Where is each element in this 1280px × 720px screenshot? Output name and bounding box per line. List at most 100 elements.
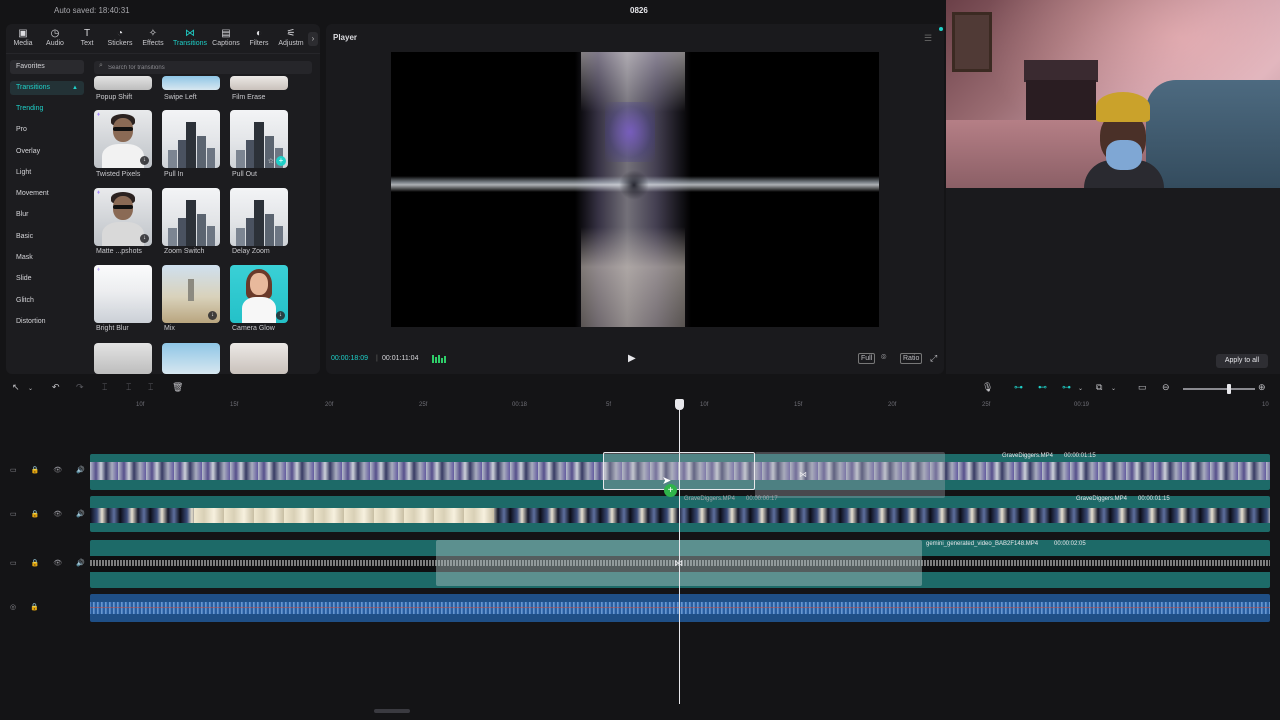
transition-tile[interactable]: ♦: [94, 265, 152, 323]
playhead[interactable]: [679, 404, 680, 704]
ruler-tick: 00:19: [1074, 402, 1090, 408]
category-glitch[interactable]: Glitch: [10, 294, 84, 308]
undo-icon[interactable]: ↶: [52, 382, 60, 393]
snapshot-icon[interactable]: ⌾: [879, 353, 888, 362]
tab-text-label: Text: [80, 40, 94, 47]
main-track-magnet-icon[interactable]: ⊶: [1014, 382, 1023, 393]
chevron-down-icon[interactable]: ⌄: [28, 385, 33, 392]
video-preview[interactable]: [391, 52, 879, 327]
add-plus-icon[interactable]: +: [276, 156, 286, 166]
category-light[interactable]: Light: [10, 166, 84, 180]
clip-duration: 00:00:01:15: [1064, 453, 1096, 459]
apply-to-all-button[interactable]: Apply to all: [1216, 354, 1268, 368]
tab-media[interactable]: ▣ Media: [6, 28, 40, 47]
ruler-tick: 10f: [136, 402, 145, 408]
category-trending[interactable]: Trending: [10, 102, 84, 116]
zoom-in-icon[interactable]: ⊕: [1258, 382, 1266, 393]
transition-tile[interactable]: [162, 76, 220, 90]
auto-snap-icon[interactable]: ⊷: [1038, 382, 1047, 393]
download-icon[interactable]: ↓: [140, 234, 149, 243]
split-left-icon[interactable]: ⌶: [126, 382, 131, 393]
tile-label: Matte ...pshots: [96, 248, 142, 255]
ruler-tick: 10f: [700, 402, 709, 408]
transition-tile[interactable]: [230, 343, 288, 374]
tile-label: Camera Glow: [232, 325, 275, 332]
category-transitions-label: Transitions: [16, 84, 50, 91]
select-tool-icon[interactable]: ↖: [12, 382, 20, 393]
clip-name: GraveDiggers.MP4: [1002, 453, 1054, 459]
zoom-slider-handle[interactable]: [1227, 384, 1231, 394]
current-timecode: 00:00:18:09: [331, 355, 368, 362]
delete-icon[interactable]: 🗑: [172, 382, 183, 393]
transition-tile[interactable]: ☆ +: [230, 110, 288, 168]
play-button[interactable]: ▶: [628, 353, 636, 364]
split-right-icon[interactable]: ⌶: [148, 382, 153, 393]
chevron-up-icon: ▲: [72, 85, 78, 91]
zoom-out-icon[interactable]: ⊖: [1162, 382, 1170, 393]
transition-tile[interactable]: ♦ ↓: [94, 110, 152, 168]
download-icon[interactable]: ↓: [208, 311, 217, 320]
playhead-handle[interactable]: [675, 399, 684, 410]
tab-captions[interactable]: ▤ Captions: [209, 28, 243, 47]
transition-tile[interactable]: [230, 188, 288, 246]
tab-audio-label: Audio: [46, 40, 64, 47]
pro-badge-icon: ♦: [97, 190, 101, 196]
transition-tile[interactable]: ↓: [230, 265, 288, 323]
tab-filters[interactable]: ◐ Filters: [242, 28, 276, 47]
horizontal-scrollbar[interactable]: [374, 709, 410, 713]
tile-label: Bright Blur: [96, 325, 129, 332]
category-distortion[interactable]: Distortion: [10, 315, 84, 329]
tab-stickers[interactable]: ◔ Stickers: [103, 28, 137, 47]
search-box: ⌕: [94, 61, 312, 74]
transition-tile[interactable]: [94, 343, 152, 374]
transition-marker-icon[interactable]: ⋈: [799, 470, 807, 479]
menu-icon[interactable]: ☰: [924, 33, 932, 44]
tabs-more-chevron-icon[interactable]: ›: [308, 32, 318, 46]
chevron-down-icon[interactable]: ⌄: [1078, 385, 1083, 392]
tab-audio[interactable]: ◷ Audio: [38, 28, 72, 47]
category-pro[interactable]: Pro: [10, 123, 84, 137]
time-ruler[interactable]: 10f 15f 20f 25f 00:18 5f 10f 15f 20f 25f…: [90, 400, 1280, 414]
category-blur[interactable]: Blur: [10, 208, 84, 222]
favorite-star-icon[interactable]: ☆: [268, 157, 274, 165]
transition-tile[interactable]: ♦ ↓: [94, 188, 152, 246]
category-basic[interactable]: Basic: [10, 230, 84, 244]
tile-label: Film Erase: [232, 94, 266, 101]
audio-clip[interactable]: [90, 594, 1270, 622]
tab-transitions[interactable]: ⋈ Transitions: [172, 28, 208, 47]
chevron-down-icon[interactable]: ⌄: [1111, 385, 1116, 392]
linkage-icon[interactable]: ⊶: [1062, 382, 1071, 393]
transition-tile[interactable]: [162, 343, 220, 374]
transition-tile[interactable]: [162, 110, 220, 168]
redo-icon[interactable]: ↷: [76, 382, 84, 393]
transition-tile[interactable]: ↓: [162, 265, 220, 323]
search-input[interactable]: [108, 61, 308, 74]
category-mask[interactable]: Mask: [10, 251, 84, 265]
tab-adjustment[interactable]: ⚟ Adjustm: [276, 28, 306, 47]
tab-filters-label: Filters: [249, 40, 269, 47]
category-overlay[interactable]: Overlay: [10, 145, 84, 159]
toolbar-tabs: ▣ Media ◷ Audio T Text ◔ Stickers ✧ Effects ⋈…: [6, 24, 320, 54]
microphone-icon[interactable]: 🎙: [982, 382, 993, 393]
category-transitions[interactable]: Transitions ▲: [10, 81, 84, 95]
caption-icon[interactable]: ▭: [1138, 382, 1147, 393]
player-title: Player: [333, 33, 358, 42]
ruler-tick: 5f: [606, 402, 612, 408]
download-icon[interactable]: ↓: [140, 156, 149, 165]
player-panel: Player ☰ 00:00:18:09 | 00:01:11:04 ▶ Ful…: [326, 24, 944, 374]
download-icon[interactable]: ↓: [276, 311, 285, 320]
ratio-button[interactable]: Ratio: [900, 353, 923, 364]
zoom-slider[interactable]: [1183, 388, 1255, 390]
transition-tile[interactable]: [94, 76, 152, 90]
split-icon[interactable]: ⌶: [102, 382, 107, 393]
category-movement[interactable]: Movement: [10, 187, 84, 201]
preview-axis-icon[interactable]: ⧉: [1096, 382, 1102, 393]
transition-tile[interactable]: [230, 76, 288, 90]
tab-effects[interactable]: ✧ Effects: [136, 28, 170, 47]
transition-tile[interactable]: [162, 188, 220, 246]
category-slide[interactable]: Slide: [10, 272, 84, 286]
full-quality-button[interactable]: Full: [858, 353, 876, 364]
category-favorites[interactable]: Favorites: [10, 60, 84, 74]
tab-text[interactable]: T Text: [70, 28, 104, 47]
fullscreen-icon[interactable]: ⤢: [930, 353, 937, 364]
